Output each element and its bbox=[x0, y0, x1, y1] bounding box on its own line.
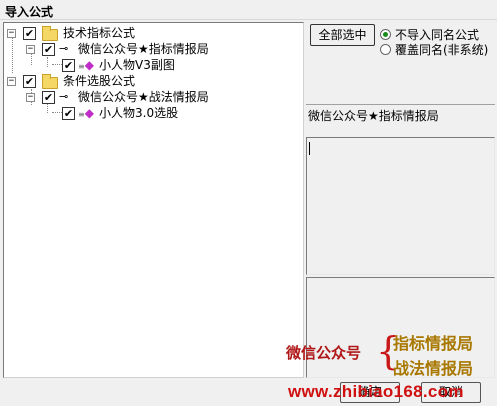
tree-line bbox=[52, 112, 62, 113]
formula-tree[interactable]: − ✔ 技术指标公式 − ✔ ⊸ 微信公众号★指标情报局 ✔ ≡◆ 小人物V3副… bbox=[3, 22, 304, 378]
subgroup-label: 微信公众号★战法情报局 bbox=[78, 90, 209, 104]
watermark-line2: 战法情报局 bbox=[393, 359, 474, 378]
tree-node-group[interactable]: − ✔ 条件选股公式 bbox=[7, 73, 297, 89]
tree-node-group[interactable]: − ✔ 技术指标公式 bbox=[7, 25, 297, 41]
tree-line bbox=[52, 64, 62, 65]
subgroup-checkbox[interactable]: ✔ bbox=[42, 91, 55, 104]
subgroup-checkbox[interactable]: ✔ bbox=[42, 43, 55, 56]
group-label: 技术指标公式 bbox=[63, 26, 136, 40]
option-skip-duplicates[interactable]: 不导入同名公式 bbox=[380, 27, 495, 43]
tree-node-formula[interactable]: ✔ ≡◆ 小人物V3副图 bbox=[62, 57, 292, 73]
formula-description-textarea[interactable] bbox=[306, 137, 495, 275]
title-bar: 导入公式 bbox=[0, 0, 497, 20]
group-checkbox[interactable]: ✔ bbox=[23, 27, 36, 40]
collapse-expander[interactable]: − bbox=[7, 77, 16, 86]
formula-gem-icon: ≡◆ bbox=[78, 106, 94, 120]
formula-checkbox[interactable]: ✔ bbox=[62, 107, 75, 120]
tree-node-formula[interactable]: ✔ ≡◆ 小人物3.0选股 bbox=[62, 105, 292, 121]
collapse-expander[interactable]: − bbox=[26, 93, 35, 102]
subgroup-label: 微信公众号★指标情报局 bbox=[78, 42, 209, 56]
tree-line bbox=[47, 57, 48, 67]
collapse-expander[interactable]: − bbox=[26, 45, 35, 54]
select-all-button[interactable]: 全部选中 bbox=[310, 24, 375, 46]
radio-selected[interactable] bbox=[380, 29, 391, 40]
group-checkbox[interactable]: ✔ bbox=[23, 75, 36, 88]
key-icon: ⊸ bbox=[59, 42, 69, 55]
collapse-expander[interactable]: − bbox=[7, 29, 16, 38]
watermark-line1: 指标情报局 bbox=[393, 334, 474, 353]
window-title: 导入公式 bbox=[5, 5, 54, 19]
formula-checkbox[interactable]: ✔ bbox=[62, 59, 75, 72]
option-label: 不导入同名公式 bbox=[395, 28, 480, 42]
option-overwrite-duplicates[interactable]: 覆盖同名(非系统) bbox=[380, 42, 495, 58]
selected-formula-name: 微信公众号★指标情报局 bbox=[306, 104, 495, 136]
formula-label: 小人物3.0选股 bbox=[99, 106, 179, 120]
tree-node-subgroup[interactable]: − ✔ ⊸ 微信公众号★战法情报局 bbox=[26, 89, 296, 105]
formula-gem-icon: ≡◆ bbox=[78, 58, 94, 72]
key-icon: ⊸ bbox=[59, 90, 69, 103]
text-caret bbox=[309, 142, 310, 155]
folder-icon bbox=[42, 74, 58, 89]
group-label: 条件选股公式 bbox=[63, 74, 136, 88]
formula-label: 小人物V3副图 bbox=[99, 58, 175, 72]
watermark-wechat-label: 微信公众号 bbox=[286, 344, 362, 362]
option-label: 覆盖同名(非系统) bbox=[395, 43, 489, 57]
selected-name-text: 微信公众号★指标情报局 bbox=[308, 109, 439, 123]
tree-node-subgroup[interactable]: − ✔ ⊸ 微信公众号★指标情报局 bbox=[26, 41, 296, 57]
watermark-url: www.zhibiao168.com bbox=[288, 382, 464, 401]
radio-unselected[interactable] bbox=[380, 44, 391, 55]
folder-icon bbox=[42, 26, 58, 41]
